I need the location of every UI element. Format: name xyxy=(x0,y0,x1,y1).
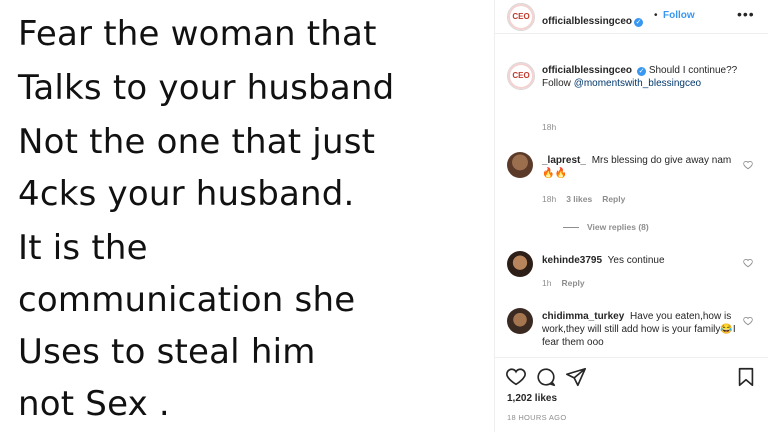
comment-text: chidimma_turkey Have you eaten,how is wo… xyxy=(542,310,738,349)
caption-meta: 18h xyxy=(542,122,566,132)
comment-username[interactable]: chidimma_turkey xyxy=(542,311,624,322)
caption-time: 18h xyxy=(542,122,557,132)
header-username[interactable]: officialblessingceo xyxy=(542,16,632,27)
verified-badge-icon: ✓ xyxy=(637,67,647,76)
comment-icon[interactable] xyxy=(535,366,557,388)
heart-icon[interactable] xyxy=(505,366,527,388)
comment-meta: 1h Reply xyxy=(542,278,595,288)
more-options-icon[interactable]: ••• xyxy=(737,6,755,22)
comment-text: _laprest_ Mrs blessing do give away nam🔥… xyxy=(542,154,738,180)
comment-item: chidimma_turkey Have you eaten,how is wo… xyxy=(495,304,768,354)
comment-text: kehinde3795 Yes continue xyxy=(542,254,738,267)
caption-follow-text: Follow xyxy=(542,78,574,89)
follow-button[interactable]: Follow xyxy=(663,10,695,21)
like-comment-heart-icon[interactable] xyxy=(743,160,753,170)
quote-line-6: communication she xyxy=(18,280,356,320)
caption-body: Should I continue?? xyxy=(648,65,738,76)
bookmark-icon[interactable] xyxy=(735,366,757,388)
share-icon[interactable] xyxy=(565,366,587,388)
verified-badge-icon: ✓ xyxy=(634,18,644,27)
post-timestamp: 18 HOURS AGO xyxy=(507,413,567,422)
commenter-avatar[interactable] xyxy=(507,308,533,334)
quote-line-2: Talks to your husband xyxy=(18,68,395,108)
caption-mention-link[interactable]: @momentswith_blessingceo xyxy=(574,78,701,89)
comment-likes[interactable]: 3 likes xyxy=(566,194,592,204)
quote-line-1: Fear the woman that xyxy=(18,14,377,54)
comments-panel: CEO officialblessingceo ✓ • Follow ••• CE… xyxy=(494,0,768,432)
action-bar xyxy=(495,362,768,390)
view-replies-label: View replies (8) xyxy=(587,222,649,232)
commenter-avatar[interactable] xyxy=(507,152,533,178)
like-comment-heart-icon[interactable] xyxy=(743,258,753,268)
quote-line-8: not Sex . xyxy=(18,384,170,424)
caption-avatar[interactable]: CEO xyxy=(507,62,535,90)
comment-username[interactable]: kehinde3795 xyxy=(542,255,602,266)
avatar[interactable]: CEO xyxy=(507,3,535,31)
quote-line-5: It is the xyxy=(18,228,148,268)
view-replies-button[interactable]: View replies (8) xyxy=(563,222,649,232)
actions-divider xyxy=(495,357,768,358)
comment-time: 18h xyxy=(542,194,557,204)
comment-item: _laprest_ Mrs blessing do give away nam🔥… xyxy=(495,148,768,218)
post-header: CEO officialblessingceo ✓ • Follow ••• xyxy=(495,0,768,34)
comment-time: 1h xyxy=(542,278,552,288)
header-username-row: officialblessingceo ✓ xyxy=(542,11,644,29)
commenter-avatar[interactable] xyxy=(507,251,533,277)
likes-count[interactable]: 1,202 likes xyxy=(507,393,557,404)
caption-text: officialblessingceo ✓ Should I continue??… xyxy=(542,64,738,90)
like-comment-heart-icon[interactable] xyxy=(743,316,753,326)
replies-line-divider xyxy=(563,227,579,229)
caption: CEO officialblessingceo ✓ Should I contin… xyxy=(495,58,768,138)
reply-button[interactable]: Reply xyxy=(602,194,625,204)
separator-dot: • xyxy=(654,10,658,21)
caption-username[interactable]: officialblessingceo xyxy=(542,65,632,76)
comment-username[interactable]: _laprest_ xyxy=(542,155,586,166)
quote-line-7: Uses to steal him xyxy=(18,332,316,372)
comment-meta: 18h 3 likes Reply xyxy=(542,194,635,204)
quote-line-4: 4cks your husband. xyxy=(18,174,355,214)
comment-body: Yes continue xyxy=(607,255,665,266)
post-image: Fear the woman that Talks to your husban… xyxy=(0,0,494,432)
quote-line-3: Not the one that just xyxy=(18,122,376,162)
reply-button[interactable]: Reply xyxy=(561,278,584,288)
comment-item: kehinde3795 Yes continue 1h Reply xyxy=(495,248,768,294)
